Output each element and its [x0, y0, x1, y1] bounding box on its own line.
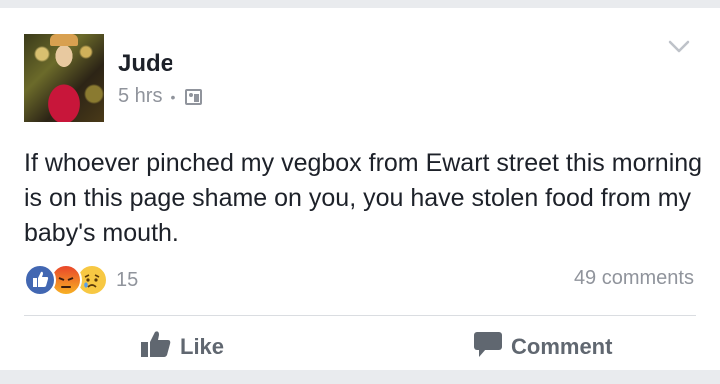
like-button-label: Like — [180, 334, 225, 359]
friends-icon[interactable] — [185, 88, 203, 105]
chevron-down-icon[interactable] — [668, 40, 690, 54]
timestamp[interactable]: 5 hrs — [118, 85, 162, 108]
reaction-count[interactable]: 15 — [116, 269, 138, 292]
author-name[interactable]: Jude — [118, 50, 174, 78]
comments-count[interactable]: 49 comments — [574, 267, 694, 290]
like-button[interactable]: Like — [140, 329, 224, 365]
post-card: Jude 5 hrs • If whoever pinched my vegbo… — [0, 8, 720, 370]
avatar-crown-decoration — [50, 34, 78, 46]
reactions-summary[interactable]: 15 — [24, 264, 138, 296]
thumbs-up-icon — [140, 329, 172, 365]
meta-separator: • — [170, 88, 176, 105]
actions-divider — [24, 315, 696, 316]
name-redaction — [172, 48, 232, 78]
like-reaction-icon — [24, 264, 56, 296]
comment-button-label: Comment — [511, 334, 613, 359]
author-avatar[interactable] — [24, 34, 104, 122]
post-meta: 5 hrs • — [118, 85, 203, 108]
post-text: If whoever pinched my vegbox from Ewart … — [24, 149, 703, 247]
comment-button[interactable]: Comment — [473, 329, 612, 365]
comment-bubble-icon — [473, 330, 503, 364]
